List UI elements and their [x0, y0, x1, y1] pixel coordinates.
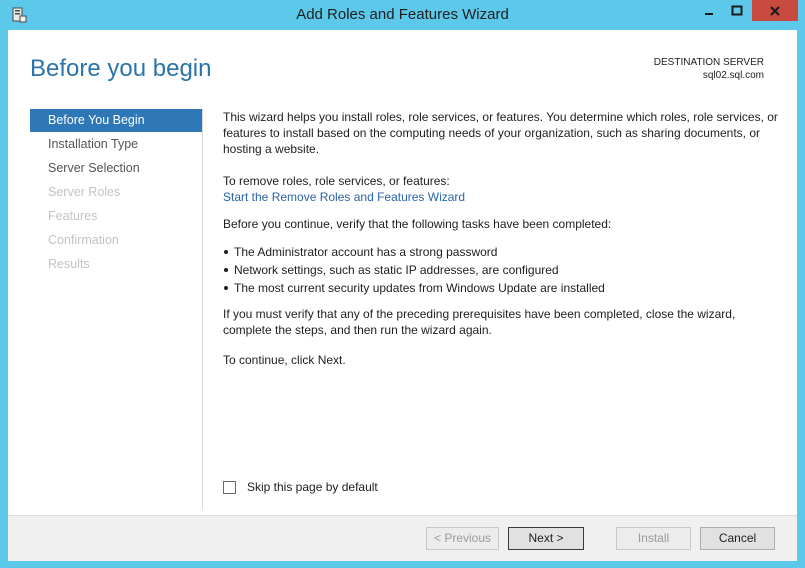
intro-text: This wizard helps you install roles, rol…	[223, 110, 778, 156]
cancel-button[interactable]: Cancel	[700, 527, 775, 550]
wizard-body: Before you begin DESTINATION SERVER sql0…	[8, 30, 797, 561]
list-item: The most current security updates from W…	[223, 279, 605, 297]
nav-item-before-you-begin[interactable]: Before You Begin	[30, 109, 202, 132]
bullet-icon	[224, 268, 228, 272]
nav-divider	[202, 109, 203, 509]
prereq-text: If you must verify that any of the prece…	[223, 307, 736, 337]
skip-page-option[interactable]: Skip this page by default	[223, 480, 378, 494]
nav-item-results: Results	[48, 257, 90, 271]
page-title: Before you begin	[30, 55, 212, 82]
nav-item-installation-type[interactable]: Installation Type	[30, 132, 202, 156]
previous-button[interactable]: < Previous	[426, 527, 499, 550]
destination-server: DESTINATION SERVER sql02.sql.com	[654, 56, 764, 82]
bullet-icon	[224, 250, 228, 254]
destination-server-name: sql02.sql.com	[702, 70, 764, 81]
maximize-button[interactable]	[724, 0, 750, 21]
nav-item-features: Features	[48, 209, 98, 223]
nav-item-server-selection[interactable]: Server Selection	[30, 156, 202, 180]
prerequisite-text: Network settings, such as static IP addr…	[234, 263, 559, 277]
window-title: Add Roles and Features Wizard	[296, 6, 509, 23]
nav-item-server-roles: Server Roles	[48, 185, 121, 199]
wizard-window: Add Roles and Features Wizard Before you…	[0, 0, 805, 568]
destination-label: DESTINATION SERVER	[653, 57, 764, 68]
list-item: The Administrator account has a strong p…	[223, 243, 605, 261]
maximize-icon	[731, 5, 743, 15]
list-item: Network settings, such as static IP addr…	[223, 261, 605, 279]
prerequisite-list: The Administrator account has a strong p…	[223, 243, 605, 297]
close-icon	[770, 5, 780, 16]
prerequisite-text: The most current security updates from W…	[234, 281, 605, 295]
bullet-icon	[224, 286, 228, 290]
remove-roles-link[interactable]: Start the Remove Roles and Features Wiza…	[223, 189, 465, 205]
skip-page-label: Skip this page by default	[247, 480, 378, 494]
nav-item-confirmation: Confirmation	[48, 233, 119, 247]
minimize-button[interactable]	[696, 0, 722, 21]
wizard-steps-nav: Before You Begin Installation Type Serve…	[30, 109, 202, 276]
remove-text: To remove roles, role services, or featu…	[223, 174, 450, 188]
next-button[interactable]: Next >	[508, 527, 584, 550]
continue-text: To continue, click Next.	[223, 353, 346, 367]
install-button[interactable]: Install	[616, 527, 691, 550]
button-bar: < Previous Next > Install Cancel	[8, 515, 797, 561]
minimize-icon	[705, 12, 713, 15]
prerequisite-text: The Administrator account has a strong p…	[234, 245, 498, 259]
title-bar[interactable]: Add Roles and Features Wizard	[0, 0, 805, 30]
close-button[interactable]	[752, 0, 798, 21]
skip-page-checkbox[interactable]	[223, 480, 236, 494]
verify-text: Before you continue, verify that the fol…	[223, 217, 612, 231]
